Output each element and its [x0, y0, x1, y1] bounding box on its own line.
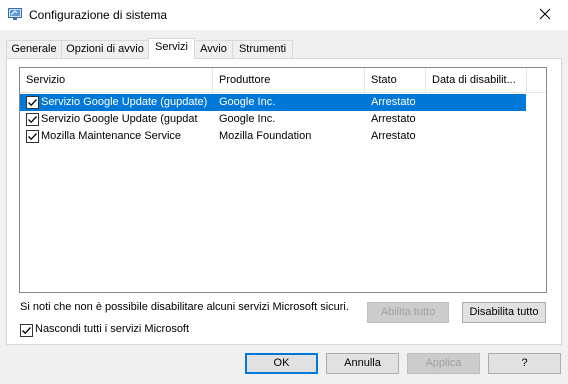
service-checkbox[interactable] — [26, 130, 39, 143]
close-icon — [539, 8, 551, 23]
services-panel: Servizio Produttore Stato Data di disabi… — [6, 58, 562, 345]
service-manufacturer: Google Inc. — [219, 113, 276, 125]
tab-generale[interactable]: Generale — [6, 40, 62, 58]
service-status: Arrestato — [371, 113, 416, 125]
column-header-manufacturer[interactable]: Produttore — [213, 68, 365, 92]
service-name: Servizio Google Update (gupdate) — [41, 96, 208, 108]
checkmark-icon — [28, 99, 37, 107]
dialog-button-bar: OK Annulla Applica ? — [0, 348, 568, 384]
help-button[interactable]: ? — [488, 353, 561, 374]
system-config-icon — [8, 8, 22, 20]
hide-microsoft-services-label: Nascondi tutti i servizi Microsoft — [35, 323, 190, 335]
table-row[interactable]: Mozilla Maintenance Service Mozilla Foun… — [20, 128, 526, 145]
tab-strumenti[interactable]: Strumenti — [232, 40, 293, 58]
microsoft-services-note: Si noti che non è possibile disabilitare… — [20, 301, 349, 313]
tab-opzioni-di-avvio[interactable]: Opzioni di avvio — [61, 40, 149, 58]
disable-all-button[interactable]: Disabilita tutto — [462, 302, 546, 323]
enable-all-button[interactable]: Abilita tutto — [367, 302, 449, 323]
checkmark-icon — [22, 327, 31, 335]
column-header-service[interactable]: Servizio — [20, 68, 213, 92]
service-status: Arrestato — [371, 130, 416, 142]
window-title: Configurazione di sistema — [29, 8, 168, 22]
table-row[interactable]: Servizio Google Update (gupdate) Google … — [20, 94, 526, 111]
list-header: Servizio Produttore Stato Data di disabi… — [20, 68, 546, 93]
tab-servizi[interactable]: Servizi — [148, 38, 195, 59]
checkmark-icon — [28, 133, 37, 141]
ok-button[interactable]: OK — [245, 353, 318, 374]
checkmark-icon — [28, 116, 37, 124]
title-bar[interactable]: Configurazione di sistema — [0, 0, 568, 30]
table-row[interactable]: Servizio Google Update (gupdat Google In… — [20, 111, 526, 128]
service-manufacturer: Google Inc. — [219, 96, 276, 108]
service-name: Mozilla Maintenance Service — [41, 130, 182, 142]
service-disabled-date — [432, 111, 522, 128]
service-disabled-date — [432, 94, 522, 111]
column-header-disabled-date[interactable]: Data di disabilit... — [426, 68, 527, 92]
hide-microsoft-services-checkbox[interactable] — [20, 324, 33, 337]
column-header-status[interactable]: Stato — [365, 68, 426, 92]
service-status: Arrestato — [371, 96, 416, 108]
apply-button[interactable]: Applica — [407, 353, 480, 374]
tab-avvio[interactable]: Avvio — [194, 40, 233, 58]
close-button[interactable] — [522, 0, 568, 30]
cancel-button[interactable]: Annulla — [326, 353, 399, 374]
service-checkbox[interactable] — [26, 96, 39, 109]
services-list[interactable]: Servizio Produttore Stato Data di disabi… — [19, 67, 547, 293]
service-manufacturer: Mozilla Foundation — [219, 130, 312, 142]
service-checkbox[interactable] — [26, 113, 39, 126]
system-configuration-window: Configurazione di sistema Generale Opzio… — [0, 0, 568, 384]
service-disabled-date — [432, 128, 522, 145]
service-name: Servizio Google Update (gupdat — [41, 113, 198, 125]
